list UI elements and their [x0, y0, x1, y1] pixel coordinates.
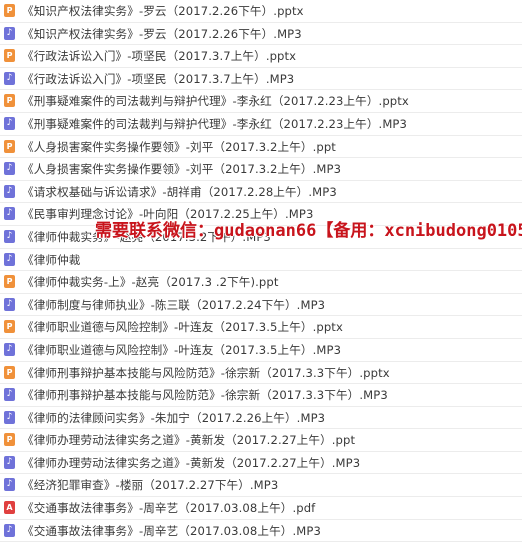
- audio-file-icon: ♪: [4, 71, 15, 85]
- file-name: 《律师职业道德与风险控制》-叶连友（2017.3.5上午）.MP3: [22, 342, 342, 357]
- file-row[interactable]: ♪ 《律师刑事辩护基本技能与风险防范》-徐宗新（2017.3.3下午）.MP3: [0, 384, 522, 407]
- ppt-file-icon: P: [4, 275, 15, 289]
- ppt-file-icon: P: [4, 94, 15, 108]
- file-name: 《行政法诉讼入门》-项坚民（2017.3.7上午）.MP3: [22, 71, 295, 86]
- file-name: 《律师办理劳动法律实务之道》-黄新发（2017.2.27上午）.MP3: [22, 455, 361, 470]
- audio-file-icon: ♪: [4, 342, 15, 356]
- file-row[interactable]: ♪ 《请求权基础与诉讼请求》-胡祥甫（2017.2.28上午）.MP3: [0, 181, 522, 204]
- file-name: 《律师刑事辩护基本技能与风险防范》-徐宗新（2017.3.3下午）.MP3: [22, 388, 388, 403]
- file-name: 《律师制度与律师执业》-陈三联（2017.2.24下午）.MP3: [22, 297, 326, 312]
- file-row[interactable]: ♪ 《律师办理劳动法律实务之道》-黄新发（2017.2.27上午）.MP3: [0, 452, 522, 475]
- file-row[interactable]: ♪ 《行政法诉讼入门》-项坚民（2017.3.7上午）.MP3: [0, 68, 522, 91]
- file-name: 《律师的法律顾问实务》-朱加宁（2017.2.26上午）.MP3: [22, 410, 326, 425]
- file-row[interactable]: ♪ 《人身损害案件实务操作要领》-刘平（2017.3.2上午）.MP3: [0, 158, 522, 181]
- file-name: 《律师办理劳动法律实务之道》-黄新发（2017.2.27上午）.ppt: [22, 433, 356, 448]
- ppt-file-icon: P: [4, 139, 15, 153]
- file-row[interactable]: P 《律师办理劳动法律实务之道》-黄新发（2017.2.27上午）.ppt: [0, 429, 522, 452]
- ppt-file-icon: P: [4, 320, 15, 334]
- file-row[interactable]: P 《知识产权法律实务》-罗云（2017.2.26下午）.pptx: [0, 0, 522, 23]
- audio-file-icon: ♪: [4, 297, 15, 311]
- audio-file-icon: ♪: [4, 116, 15, 130]
- file-row[interactable]: ♪ 《知识产权法律实务》-罗云（2017.2.26下午）.MP3: [0, 23, 522, 46]
- audio-file-icon: ♪: [4, 252, 15, 266]
- file-name: 《行政法诉讼入门》-项坚民（2017.3.7上午）.pptx: [22, 49, 297, 64]
- file-row[interactable]: P 《律师刑事辩护基本技能与风险防范》-徐宗新（2017.3.3下午）.pptx: [0, 362, 522, 385]
- file-name: 《交通事故法律事务》-周辛艺（2017.03.08上午）.MP3: [22, 523, 321, 538]
- ppt-file-icon: P: [4, 4, 15, 17]
- file-row[interactable]: A 《交通事故法律事务》-周辛艺（2017.03.08上午）.pdf: [0, 497, 522, 520]
- audio-file-icon: ♪: [4, 388, 15, 402]
- audio-file-icon: ♪: [4, 26, 15, 40]
- audio-file-icon: ♪: [4, 410, 15, 424]
- file-name: 《刑事疑难案件的司法裁判与辩护代理》-李永红（2017.2.23上午）.pptx: [22, 94, 409, 109]
- file-row[interactable]: P 《律师职业道德与风险控制》-叶连友（2017.3.5上午）.pptx: [0, 316, 522, 339]
- audio-file-icon: ♪: [4, 184, 15, 198]
- file-row[interactable]: P 《刑事疑难案件的司法裁判与辩护代理》-李永红（2017.2.23上午）.ppt…: [0, 90, 522, 113]
- file-name: 《刑事疑难案件的司法裁判与辩护代理》-李永红（2017.2.23上午）.MP3: [22, 116, 407, 131]
- ppt-file-icon: P: [4, 365, 15, 379]
- ppt-file-icon: P: [4, 49, 15, 63]
- file-row[interactable]: ♪ 《律师的法律顾问实务》-朱加宁（2017.2.26上午）.MP3: [0, 407, 522, 430]
- file-name: 《律师仲裁实务-上》-赵亮（2017.3 .2下午).ppt: [22, 275, 279, 290]
- ppt-file-icon: P: [4, 433, 15, 447]
- file-row[interactable]: P 《行政法诉讼入门》-项坚民（2017.3.7上午）.pptx: [0, 45, 522, 68]
- audio-file-icon: ♪: [4, 455, 15, 469]
- file-name: 《请求权基础与诉讼请求》-胡祥甫（2017.2.28上午）.MP3: [22, 184, 337, 199]
- audio-file-icon: ♪: [4, 478, 15, 492]
- file-row[interactable]: P 《人身损害案件实务操作要领》-刘平（2017.3.2上午）.ppt: [0, 136, 522, 159]
- audio-file-icon: ♪: [4, 229, 15, 243]
- file-name: 《经济犯罪审查》-楼丽（2017.2.27下午）.MP3: [22, 478, 279, 493]
- file-row[interactable]: ♪ 《律师职业道德与风险控制》-叶连友（2017.3.5上午）.MP3: [0, 339, 522, 362]
- pdf-file-icon: A: [4, 501, 15, 515]
- file-row[interactable]: ♪ 《经济犯罪审查》-楼丽（2017.2.27下午）.MP3: [0, 474, 522, 498]
- file-row[interactable]: ♪ 《交通事故法律事务》-周辛艺（2017.03.08上午）.MP3: [0, 520, 522, 542]
- file-list: P 《知识产权法律实务》-罗云（2017.2.26下午）.pptx ♪ 《知识产权法律…: [0, 0, 522, 542]
- file-name: 《人身损害案件实务操作要领》-刘平（2017.3.2上午）.MP3: [22, 162, 342, 177]
- file-row[interactable]: ♪ 《律师制度与律师执业》-陈三联（2017.2.24下午）.MP3: [0, 294, 522, 317]
- audio-file-icon: ♪: [4, 207, 15, 221]
- file-name: 《律师刑事辩护基本技能与风险防范》-徐宗新（2017.3.3下午）.pptx: [22, 365, 390, 380]
- file-name: 《律师职业道德与风险控制》-叶连友（2017.3.5上午）.pptx: [22, 320, 343, 335]
- file-name: 《人身损害案件实务操作要领》-刘平（2017.3.2上午）.ppt: [22, 139, 336, 154]
- watermark-overlay-text: 需要联系微信：gudaonan66【备用：xcnibudong0105】: [95, 221, 522, 241]
- file-name: 《知识产权法律实务》-罗云（2017.2.26下午）.MP3: [22, 26, 302, 41]
- file-row[interactable]: ♪ 《刑事疑难案件的司法裁判与辩护代理》-李永红（2017.2.23上午）.MP3: [0, 113, 522, 136]
- audio-file-icon: ♪: [4, 523, 15, 537]
- file-name: 《律师仲裁: [22, 252, 81, 267]
- file-row[interactable]: ♪ 《律师仲裁: [0, 249, 522, 272]
- audio-file-icon: ♪: [4, 162, 15, 176]
- file-name: 《交通事故法律事务》-周辛艺（2017.03.08上午）.pdf: [22, 501, 316, 516]
- file-name: 《知识产权法律实务》-罗云（2017.2.26下午）.pptx: [22, 4, 304, 18]
- file-row[interactable]: P 《律师仲裁实务-上》-赵亮（2017.3 .2下午).ppt: [0, 271, 522, 294]
